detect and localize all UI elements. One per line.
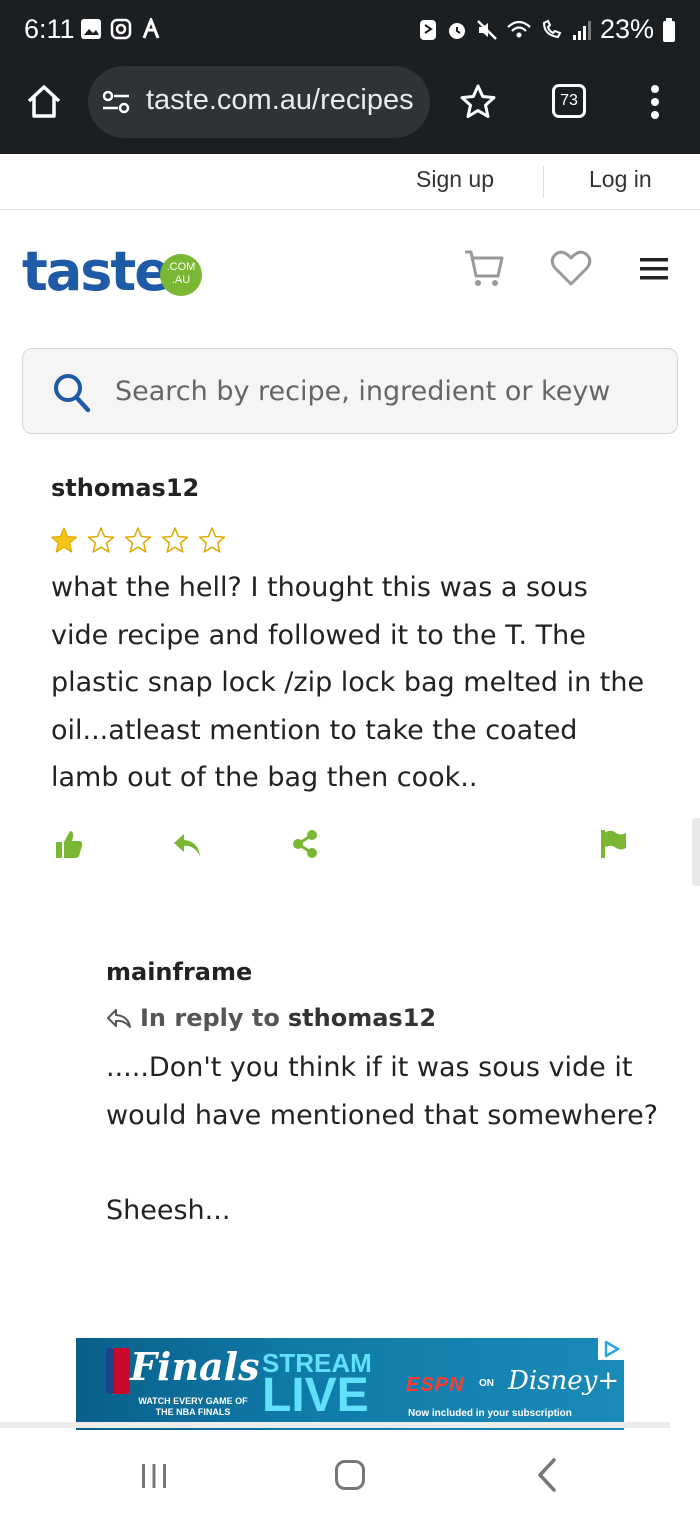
search-input[interactable] [115, 371, 610, 411]
signal-icon [572, 20, 591, 40]
star-empty-icon [87, 527, 115, 553]
star-rating [50, 526, 226, 554]
comment-text: what the hell? I thought this was a sous… [51, 572, 645, 793]
a-icon [142, 18, 160, 39]
star-empty-icon [124, 527, 152, 553]
gallery-icon [81, 19, 101, 39]
ad-choices-icon[interactable] [598, 1338, 624, 1360]
alarm-icon [448, 22, 465, 39]
star-filled-icon [50, 527, 78, 553]
reply-arrow-icon[interactable] [172, 828, 202, 860]
status-left-icons [80, 18, 162, 40]
ad-espn-logo: ESPN [406, 1374, 465, 1396]
log-in-link[interactable]: Log in [589, 166, 652, 193]
in-reply-label: In reply to [140, 1004, 280, 1032]
advertisement-banner[interactable]: Finals WATCH EVERY GAME OF THE NBA FINAL… [76, 1338, 624, 1430]
logo-badge: .COM .AU [160, 254, 202, 296]
ad-subscription-text: Now included in your subscription [408, 1408, 572, 1419]
favourites-heart-icon[interactable] [550, 248, 592, 288]
address-bar[interactable]: taste.com.au/recipes [88, 66, 430, 138]
ad-live-text: LIVE [262, 1369, 369, 1422]
back-chevron-icon[interactable] [536, 1458, 558, 1492]
site-settings-icon[interactable] [102, 90, 130, 114]
link-divider [543, 166, 544, 198]
ad-on-text: ON [479, 1378, 494, 1389]
comment-author[interactable]: sthomas12 [51, 474, 199, 502]
nav-home-button[interactable] [335, 1460, 365, 1490]
reply-text: .....Don't you think if it was sous vide… [106, 1052, 659, 1226]
like-thumbs-up-icon[interactable] [54, 828, 84, 860]
battery-percent: 23% [599, 14, 654, 44]
share-icon[interactable] [290, 828, 320, 860]
account-links: Sign up Log in [0, 154, 700, 210]
ad-watch-text: WATCH EVERY GAME OF THE NBA FINALS [138, 1396, 248, 1417]
hamburger-menu-icon[interactable] [640, 256, 668, 282]
wifi-icon [507, 20, 531, 37]
comment-actions [0, 828, 700, 868]
mute-icon [477, 19, 497, 40]
ad-finals-text: Finals [130, 1344, 260, 1389]
battery-icon [663, 17, 675, 42]
nfc-icon [419, 19, 436, 40]
in-reply-target-link[interactable]: sthomas12 [288, 1004, 436, 1032]
recent-apps-icon[interactable] [140, 1462, 168, 1490]
status-bar: 6:11 23% [0, 0, 700, 64]
site-header: taste .COM .AU [0, 210, 700, 330]
system-nav-bar [0, 1430, 700, 1517]
search-icon[interactable] [53, 373, 91, 413]
status-right: 23% [418, 14, 676, 45]
star-empty-icon [198, 527, 226, 553]
bookmark-star-icon[interactable] [458, 82, 498, 122]
reply-author[interactable]: mainframe [106, 958, 252, 986]
ad-disney-logo: Disney+ [508, 1366, 620, 1396]
cart-icon[interactable] [462, 246, 506, 290]
reply-outline-icon [107, 1009, 131, 1028]
in-reply-to: In reply to sthomas12 [106, 1004, 436, 1032]
recipe-search-box[interactable] [22, 348, 678, 434]
taste-logo[interactable]: taste [22, 240, 171, 303]
page-bottom-edge [0, 1422, 670, 1428]
instagram-icon [110, 18, 132, 40]
star-empty-icon [161, 527, 189, 553]
nba-logo [106, 1348, 130, 1394]
home-icon[interactable] [24, 82, 64, 122]
more-menu-icon[interactable] [640, 82, 670, 122]
report-flag-icon[interactable] [598, 828, 628, 860]
wifi-call-icon [542, 19, 562, 38]
browser-toolbar: taste.com.au/recipes 73 [0, 64, 700, 154]
scroll-handle[interactable] [692, 818, 700, 886]
tab-switcher-button[interactable]: 73 [552, 84, 586, 118]
sign-up-link[interactable]: Sign up [416, 166, 494, 193]
url-text[interactable]: taste.com.au/recipes [146, 84, 416, 117]
status-time: 6:11 [24, 14, 75, 44]
